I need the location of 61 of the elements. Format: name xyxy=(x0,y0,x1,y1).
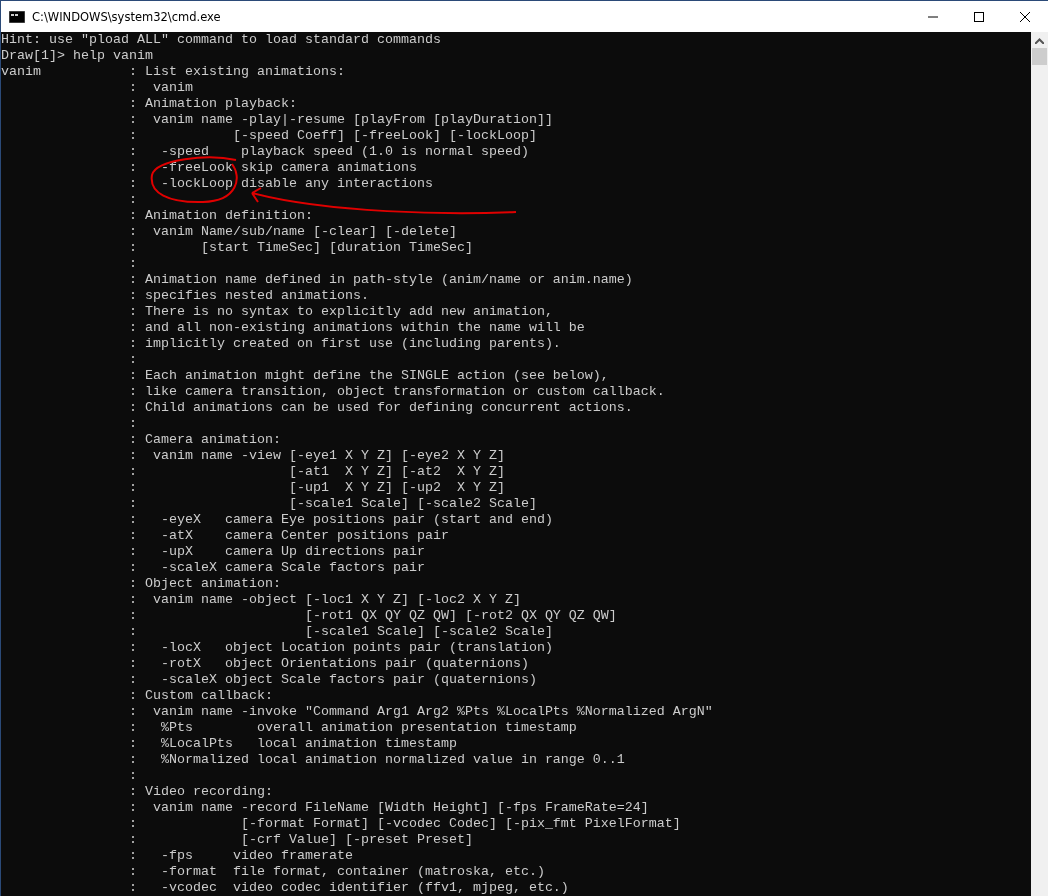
console-line: : Animation definition: xyxy=(127,208,314,224)
console-line: : There is no syntax to explicitly add new animation, xyxy=(127,304,554,320)
console-line: : %Normalized local animation normalized value in range 0..1 xyxy=(127,752,626,768)
console-line: : -scaleX object Scale factors pair (quaternions) xyxy=(127,672,538,688)
console-line: : -speed playback speed (1.0 is normal speed) xyxy=(127,144,530,160)
scroll-up-icon[interactable] xyxy=(1035,38,1044,44)
console-line: : implicitly created on first use (including parents). xyxy=(127,336,562,352)
console-app-icon xyxy=(9,10,25,23)
console-line: : vanim name -view [-eye1 X Y Z] [-eye2 X Y Z] xyxy=(127,448,506,464)
scrollbar-thumb[interactable] xyxy=(1032,48,1047,65)
close-icon xyxy=(1020,11,1030,22)
console-line: : [-crf Value] [-preset Preset] xyxy=(127,832,474,848)
console-line: : -eyeX camera Eye positions pair (start and end) xyxy=(127,512,554,528)
console-line: : -lockLoop disable any interactions xyxy=(127,176,434,192)
console-line: : %LocalPts local animation timestamp xyxy=(127,736,458,752)
console-line: : xyxy=(127,768,138,784)
console-line: : Animation name defined in path-style (anim/name or anim.name) xyxy=(127,272,634,288)
console-line: : xyxy=(127,352,138,368)
console-line: : xyxy=(127,256,138,272)
console-line: vanim : List existing animations: xyxy=(1,64,346,80)
console-line: : -format file format, container (matroska, etc.) xyxy=(127,864,546,880)
console-line: : -fps video framerate xyxy=(127,848,354,864)
console-line: : Custom callback: xyxy=(127,688,274,704)
console-line: : [-rot1 QX QY QZ QW] [-rot2 QX QY QZ QW] xyxy=(127,608,618,624)
console-line: : like camera transition, object transformation or custom callback. xyxy=(127,384,666,400)
console-line: : [-format Format] [-vcodec Codec] [-pix_fmt PixelFormat] xyxy=(127,816,682,832)
console-line: : %Pts overall animation presentation timestamp xyxy=(127,720,578,736)
console-line: : [-at1 X Y Z] [-at2 X Y Z] xyxy=(127,464,506,480)
maximize-icon xyxy=(974,11,984,22)
console-line: : -rotX object Orientations pair (quaternions) xyxy=(127,656,530,672)
console-line: : vanim xyxy=(127,80,194,96)
console-line: : -freeLook skip camera animations xyxy=(127,160,418,176)
console-line: : [-scale1 Scale] [-scale2 Scale] xyxy=(127,624,554,640)
console-line: : vanim name -invoke "Command Arg1 Arg2 %Pts %LocalPts %Normalized ArgN" xyxy=(127,704,714,720)
console-line: : [start TimeSec] [duration TimeSec] xyxy=(127,240,474,256)
console-line: : Animation playback: xyxy=(127,96,298,112)
console-line: : and all non-existing animations within the name will be xyxy=(127,320,586,336)
console-line: Hint: use "pload ALL" command to load standard commands xyxy=(1,32,442,48)
console-line: : -upX camera Up directions pair xyxy=(127,544,426,560)
scrollbar[interactable] xyxy=(1031,32,1048,896)
console-line: : Object animation: xyxy=(127,576,282,592)
console-line: : xyxy=(127,192,138,208)
console-line: : Child animations can be used for defining concurrent actions. xyxy=(127,400,634,416)
console-line: : [-scale1 Scale] [-scale2 Scale] xyxy=(127,496,538,512)
console-line: : Video recording: xyxy=(127,784,274,800)
console-line: Draw[1]> help vanim xyxy=(1,48,154,64)
console-line: : -atX camera Center positions pair xyxy=(127,528,450,544)
console-line: : vanim Name/sub/name [-clear] [-delete] xyxy=(127,224,458,240)
console-line: : [-up1 X Y Z] [-up2 X Y Z] xyxy=(127,480,506,496)
console-line: : specifies nested animations. xyxy=(127,288,370,304)
console-line: : xyxy=(127,416,138,432)
console-line: : Camera animation: xyxy=(127,432,282,448)
console-line: : Each animation might define the SINGLE action (see below), xyxy=(127,368,610,384)
console-line: : -locX object Location points pair (translation) xyxy=(127,640,554,656)
console-line: : vanim name -record FileName [Width Height] [-fps FrameRate=24] xyxy=(127,800,650,816)
console-line: : [-speed Coeff] [-freeLook] [-lockLoop] xyxy=(127,128,538,144)
console-line: : vanim name -object [-loc1 X Y Z] [-loc2 X Y Z] xyxy=(127,592,522,608)
console-line: : vanim name -play|-resume [playFrom [playDuration]] xyxy=(127,112,554,128)
window-title: C:\WINDOWS\system32\cmd.exe xyxy=(32,9,221,24)
console-line: : -scaleX camera Scale factors pair xyxy=(127,560,426,576)
console-line: : -vcodec video codec identifier (ffv1, mjpeg, etc.) xyxy=(127,880,570,896)
